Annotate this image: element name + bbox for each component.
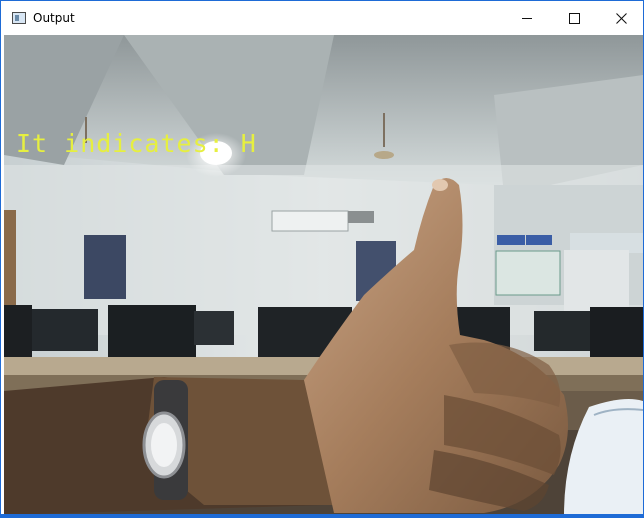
close-icon: [615, 12, 627, 24]
camera-frame: It indicates: H: [4, 35, 643, 515]
maximize-button[interactable]: [551, 3, 597, 33]
maximize-icon: [568, 12, 580, 24]
window-app-icon: [12, 12, 26, 24]
window-title: Output: [33, 11, 75, 25]
minimize-icon: [522, 17, 532, 19]
minimize-button[interactable]: [504, 3, 550, 33]
classroom-photo: [4, 35, 643, 515]
title-bar[interactable]: Output: [2, 2, 642, 34]
close-button[interactable]: [598, 3, 644, 33]
gesture-prediction-text: It indicates: H: [16, 129, 257, 158]
output-window: Output It indicates: H: [0, 0, 644, 518]
window-bottom-border: [0, 514, 644, 518]
